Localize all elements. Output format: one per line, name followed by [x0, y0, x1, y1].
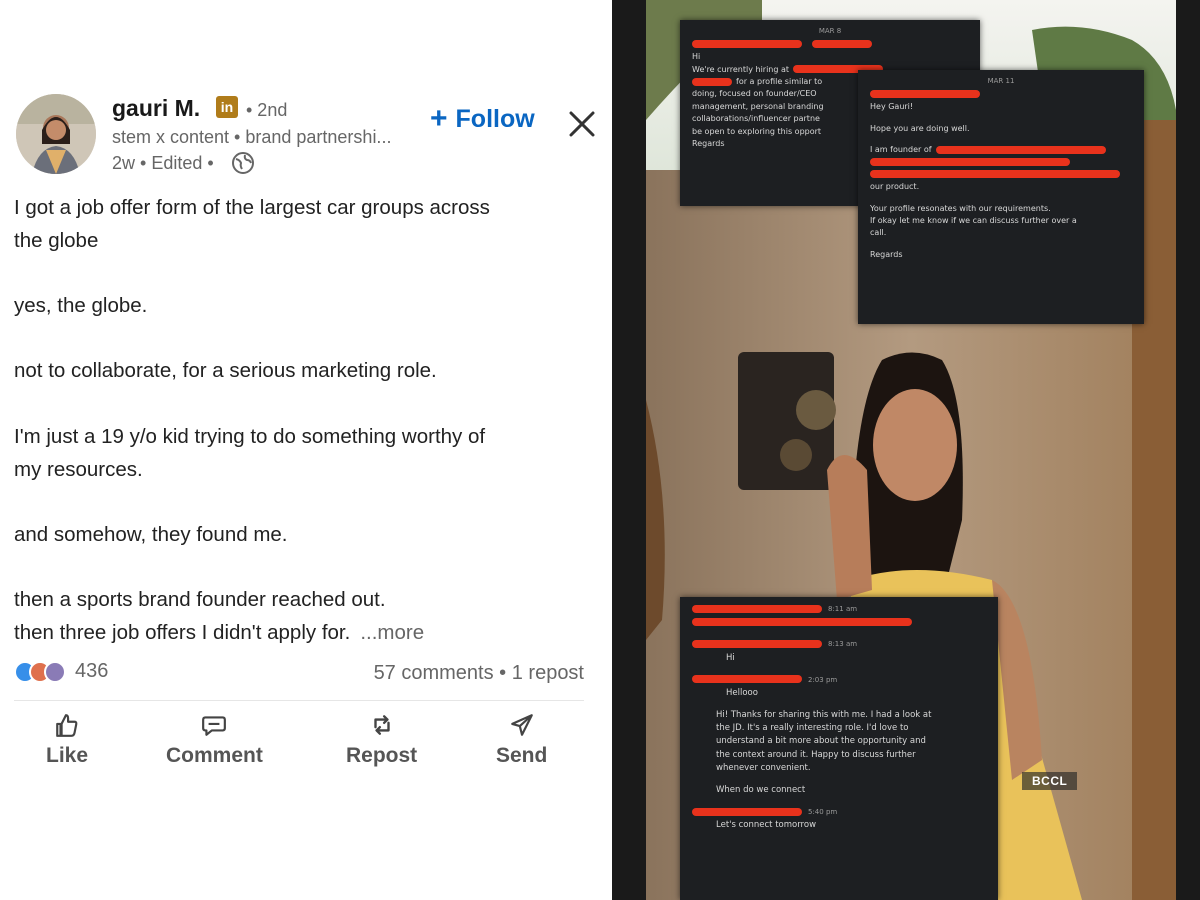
message-text: Hi — [726, 652, 735, 663]
send-label: Send — [496, 744, 548, 767]
message-text: our product. — [870, 182, 920, 192]
post-line: the globe — [14, 228, 99, 252]
message-date: MAR 8 — [818, 27, 842, 35]
post-line-text: then three job offers I didn't apply for… — [14, 621, 351, 645]
send-icon — [510, 714, 533, 736]
watermark: BCCL — [1022, 772, 1078, 790]
message-date: MAR 11 — [987, 77, 1015, 85]
message-text: whenever convenient. — [716, 762, 811, 773]
message-screenshot-3: 8:11 am 8:13 am Hi 2:03 pm Hellooo Hi! T… — [680, 597, 998, 900]
like-label: Like — [46, 744, 89, 767]
thumbs-up-icon — [56, 714, 78, 737]
insightful-reaction-icon — [44, 660, 66, 683]
message-text: Hi! Thanks for sharing this with me. I h… — [716, 710, 932, 721]
globe-icon — [232, 152, 254, 174]
comment-button[interactable]: Comment — [166, 712, 263, 768]
message-text: Regards — [870, 249, 903, 259]
like-button[interactable]: Like — [46, 712, 88, 768]
action-bar: Like Comment Repost Send — [0, 712, 612, 782]
comments-reposts-count[interactable]: 57 comments • 1 repost — [374, 662, 584, 685]
post-line-last: then three job offers I didn't apply for… — [14, 617, 594, 650]
post-meta: 2w • Edited • — [112, 153, 214, 173]
post-line: not to collaborate, for a serious market… — [14, 359, 437, 383]
post-body: I got a job offer form of the largest ca… — [14, 192, 594, 650]
reactions-summary[interactable]: 436 — [14, 660, 108, 683]
message-time: 8:13 am — [828, 640, 858, 649]
see-more-link[interactable]: ...more — [360, 621, 424, 644]
message-text: call. — [870, 228, 887, 238]
message-text: If okay let me know if we can discuss fu… — [870, 215, 1077, 225]
message-text: I am founder of — [870, 145, 932, 155]
send-button[interactable]: Send — [496, 712, 547, 768]
divider — [14, 700, 584, 701]
repost-button[interactable]: Repost — [346, 712, 417, 768]
linkedin-premium-badge: in — [216, 96, 238, 118]
post-line: I got a job offer form of the largest ca… — [14, 196, 490, 219]
reaction-icons — [14, 660, 66, 683]
follow-label: Follow — [455, 104, 535, 133]
message-screenshot-2: MAR 11 Hey Gauri! Hope you are doing wel… — [858, 70, 1144, 324]
post-line: yes, the globe. — [14, 294, 148, 318]
message-text: Your profile resonates with our requirem… — [870, 203, 1051, 213]
post-line: my resources. — [14, 457, 143, 481]
message-text: for a profile similar to — [736, 77, 823, 87]
comment-icon — [202, 716, 227, 736]
message-text: Hellooo — [726, 687, 758, 698]
comment-label: Comment — [166, 744, 263, 767]
message-text: Hi — [692, 52, 701, 62]
message-text: the JD. It's a really interesting role. … — [716, 723, 909, 734]
reaction-count: 436 — [75, 660, 109, 682]
author-name[interactable]: gauri M. — [112, 95, 200, 122]
close-icon[interactable] — [566, 108, 598, 140]
message-time: 5:40 pm — [808, 808, 838, 817]
message-text: We're currently hiring at — [692, 64, 790, 74]
post-line: I'm just a 19 y/o kid trying to do somet… — [14, 424, 486, 448]
follow-button[interactable]: + Follow — [430, 102, 535, 136]
post-line: and somehow, they found me. — [14, 522, 288, 546]
message-time: 2:03 pm — [808, 675, 838, 684]
message-text: Let's connect tomorrow — [716, 820, 817, 831]
repost-label: Repost — [346, 744, 418, 767]
connection-degree: • 2nd — [246, 100, 288, 120]
message-text: understand a bit more about the opportun… — [716, 736, 926, 747]
message-text: the context around it. Happy to discuss … — [716, 749, 916, 760]
post-line: then a sports brand founder reached out. — [14, 588, 386, 612]
post-image[interactable]: MAR 8 Hi We're currently hiring at for a… — [612, 0, 1200, 900]
message-time: 8:11 am — [828, 605, 858, 613]
plus-icon: + — [430, 102, 448, 135]
message-text: Hey Gauri! — [870, 102, 914, 112]
message-text: When do we connect — [716, 784, 806, 795]
linkedin-post: gauri M. in • 2nd stem x content • brand… — [0, 0, 612, 900]
author-headline: stem x content • brand partnershi... — [112, 127, 392, 147]
avatar[interactable] — [16, 94, 96, 174]
message-text: Hope you are doing well. — [870, 123, 970, 133]
repost-icon — [373, 715, 390, 735]
